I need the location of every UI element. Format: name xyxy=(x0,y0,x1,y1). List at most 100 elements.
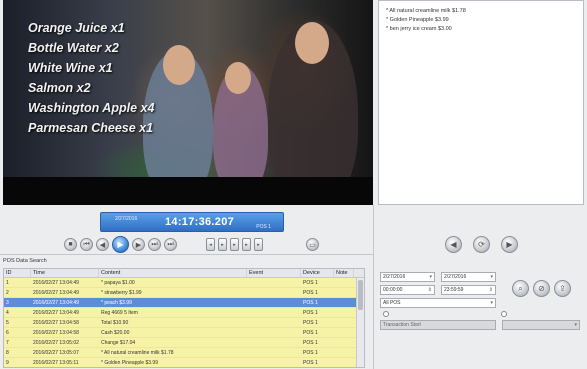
cell-time: 2016/02/27 13:04:49 xyxy=(33,300,79,306)
pos-data-table: ID Time Content Event Device Note 1 2016/… xyxy=(3,268,365,368)
table-row[interactable]: 4 2016/02/27 13:04:49 Reg 4669 5 Item POS 1 xyxy=(4,308,364,318)
play-button[interactable]: ▶ xyxy=(112,236,129,253)
cell-content: * strawberry $1.99 xyxy=(101,290,142,296)
table-row[interactable]: 3 2016/02/27 13:04:49 * peach $3.99 POS 1 xyxy=(4,298,364,308)
table-row[interactable]: 7 2016/02/27 13:05:02 Change $17.04 POS 1 xyxy=(4,338,364,348)
skip-end-button[interactable]: ⏭ xyxy=(164,238,177,251)
snapshot-button[interactable]: ▭ xyxy=(306,238,319,251)
fast-forward-button[interactable]: ⏭ xyxy=(148,238,161,251)
next-icon: ▶ xyxy=(506,240,513,249)
chevron-down-icon: ▾ xyxy=(574,322,577,328)
column-header-device[interactable]: Device xyxy=(301,269,334,277)
spinner-icon: ⇕ xyxy=(427,287,432,293)
cell-event xyxy=(247,278,301,287)
scrollbar-thumb[interactable] xyxy=(358,280,363,310)
cell-device: POS 1 xyxy=(303,280,318,286)
search-button[interactable]: ⌕ xyxy=(512,280,529,297)
panel-divider xyxy=(373,205,374,369)
speed-icon: ▸ xyxy=(221,241,224,248)
cell-id: 6 xyxy=(6,330,9,336)
playback-device: POS 1 xyxy=(256,224,271,230)
end-time-field[interactable]: 23:59:59 ⇕ xyxy=(441,285,496,295)
table-row[interactable]: 6 2016/02/27 13:04:58 Cash $20.00 POS 1 xyxy=(4,328,364,338)
cell-note xyxy=(334,338,354,347)
cell-content: Reg 4669 5 Item xyxy=(101,310,138,316)
cell-id: 1 xyxy=(6,280,9,286)
next-receipt-button[interactable]: ▶ xyxy=(501,236,518,253)
clear-button[interactable]: ⊘ xyxy=(533,280,550,297)
table-body: 1 2016/02/27 13:04:49 * papaya $1.00 POS 1 2… xyxy=(4,278,364,367)
step-back-button[interactable]: ◀ xyxy=(96,238,109,251)
step-forward-button[interactable]: ▶ xyxy=(132,238,145,251)
step-back-icon: ◀ xyxy=(99,241,106,249)
cell-note xyxy=(334,318,354,327)
cell-content: Change $17.04 xyxy=(101,340,136,346)
column-header-time[interactable]: Time xyxy=(31,269,99,277)
table-scrollbar[interactable] xyxy=(356,278,364,367)
export-button[interactable]: ⇪ xyxy=(554,280,571,297)
cell-note xyxy=(334,328,354,337)
chevron-down-icon: ▾ xyxy=(429,274,432,280)
chevron-down-icon: ▾ xyxy=(490,274,493,280)
cell-device: POS 1 xyxy=(303,320,318,326)
speed-2-button[interactable]: ▸ xyxy=(230,238,239,251)
table-row[interactable]: 5 2016/02/27 13:04:58 Total $10.90 POS 1 xyxy=(4,318,364,328)
transaction-radio[interactable] xyxy=(383,311,389,317)
cell-content: * Golden Pineapple $3.99 xyxy=(101,360,158,366)
speed-1-button[interactable]: ▸ xyxy=(218,238,227,251)
table-row[interactable]: 9 2016/02/27 13:05:11 * Golden Pineapple $… xyxy=(4,358,364,367)
cell-event xyxy=(247,308,301,317)
cell-note xyxy=(334,278,354,287)
keyword-select[interactable]: ▾ xyxy=(502,320,580,330)
camera-icon: ▭ xyxy=(309,241,316,249)
cell-time: 2016/02/27 13:04:49 xyxy=(33,310,79,316)
table-row[interactable]: 8 2016/02/27 13:05:07 * All natural creaml… xyxy=(4,348,364,358)
table-row[interactable]: 1 2016/02/27 13:04:49 * papaya $1.00 POS 1 xyxy=(4,278,364,288)
end-date-picker[interactable]: 2/27/2016 ▾ xyxy=(441,272,496,282)
spinner-icon: ⇕ xyxy=(488,287,493,293)
speed-down-button[interactable]: ◂ xyxy=(206,238,215,251)
cell-device: POS 1 xyxy=(303,310,318,316)
cell-time: 2016/02/27 13:04:49 xyxy=(33,290,79,296)
cell-note xyxy=(334,348,354,357)
receipt-line: * Golden Pineapple $3.99 xyxy=(386,17,449,23)
fast-forward-icon: ⏭ xyxy=(151,240,158,248)
section-divider xyxy=(0,254,373,255)
skip-back-button[interactable]: ⏮ xyxy=(80,238,93,251)
step-forward-icon: ▶ xyxy=(135,241,142,249)
cell-event xyxy=(247,338,301,347)
column-header-note[interactable]: Note xyxy=(334,269,354,277)
cell-id: 5 xyxy=(6,320,9,326)
cell-device: POS 1 xyxy=(303,300,318,306)
start-date-picker[interactable]: 2/27/2016 ▾ xyxy=(380,272,435,282)
cell-content: * peach $3.99 xyxy=(101,300,132,306)
cell-id: 2 xyxy=(6,290,9,296)
speed-icon: ▸ xyxy=(257,241,260,248)
video-panel[interactable]: Orange Juice x1 Bottle Water x2 White Wi… xyxy=(3,0,373,205)
column-header-event[interactable]: Event xyxy=(247,269,301,277)
speed-up-button[interactable]: ▸ xyxy=(242,238,251,251)
column-header-id[interactable]: ID xyxy=(4,269,31,277)
device-select[interactable]: All POS ▾ xyxy=(380,298,496,308)
stop-button[interactable]: ■ xyxy=(64,238,77,251)
previous-receipt-button[interactable]: ◀ xyxy=(445,236,462,253)
speed-icon: ◂ xyxy=(209,241,212,248)
cell-time: 2016/02/27 13:05:02 xyxy=(33,340,79,346)
table-row[interactable]: 2 2016/02/27 13:04:49 * strawberry $1.99 PO… xyxy=(4,288,364,298)
cell-time: 2016/02/27 13:05:11 xyxy=(33,360,79,366)
export-icon: ⇪ xyxy=(559,284,566,293)
table-header: ID Time Content Event Device Note xyxy=(4,269,364,278)
playback-time-bar: 2/27/2016 14:17:36.207 POS 1 xyxy=(100,212,284,232)
overlay-item: Washington Apple x4 xyxy=(28,101,155,115)
transaction-type-select[interactable]: Transaction Start xyxy=(380,320,496,330)
overlay-item: Parmesan Cheese x1 xyxy=(28,121,154,135)
column-header-content[interactable]: Content xyxy=(99,269,247,277)
clear-icon: ⊘ xyxy=(538,284,545,293)
refresh-receipt-button[interactable]: ⟳ xyxy=(473,236,490,253)
start-time-field[interactable]: 00:00:00 ⇕ xyxy=(380,285,435,295)
end-date-value: 2/27/2016 xyxy=(444,274,467,280)
overlay-item: Salmon x2 xyxy=(28,81,91,95)
keyword-radio[interactable] xyxy=(501,311,507,317)
speed-max-button[interactable]: ▸ xyxy=(254,238,263,251)
cell-content: Total $10.90 xyxy=(101,320,129,326)
